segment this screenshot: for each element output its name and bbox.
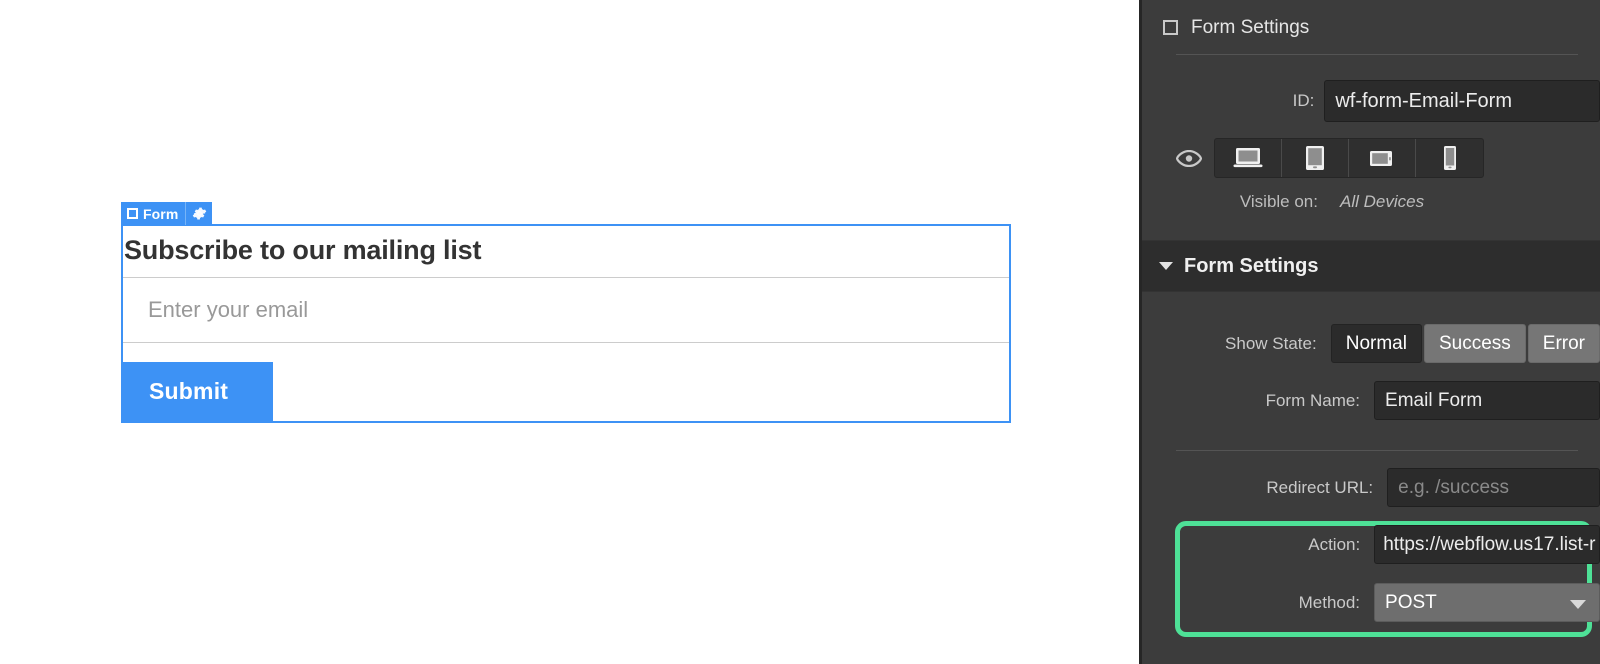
form-name-row: Form Name: Email Form <box>1142 381 1600 420</box>
device-button-tablet-landscape[interactable] <box>1349 139 1416 177</box>
method-row: Method: POST <box>1142 583 1600 622</box>
device-button-tablet[interactable] <box>1282 139 1349 177</box>
panel-title: Form Settings <box>1191 16 1310 38</box>
redirect-url-input[interactable]: e.g. /success <box>1387 468 1600 507</box>
divider <box>1176 54 1578 55</box>
form-heading: Subscribe to our mailing list <box>124 234 482 265</box>
method-label: Method: <box>1298 592 1361 612</box>
redirect-url-label: Redirect URL: <box>1266 477 1374 497</box>
square-outline-icon <box>1163 20 1178 35</box>
id-label: ID: <box>1292 91 1315 110</box>
eye-icon <box>1142 149 1214 167</box>
badge-main[interactable]: Form <box>121 202 185 225</box>
divider <box>1176 450 1578 451</box>
design-canvas[interactable]: Form Subscribe to our mailing list Enter… <box>0 0 1139 664</box>
state-button-success[interactable]: Success <box>1423 324 1526 363</box>
square-outline-icon <box>127 208 138 219</box>
badge-label: Form <box>143 205 179 222</box>
visible-on-value: All Devices <box>1340 192 1425 211</box>
select-caret-down-icon[interactable] <box>1570 599 1586 609</box>
section-title: Form Settings <box>1184 254 1319 277</box>
method-select[interactable]: POST <box>1374 583 1600 622</box>
method-value: POST <box>1385 591 1437 613</box>
state-button-error[interactable]: Error <box>1527 324 1600 363</box>
caret-down-icon[interactable] <box>1159 262 1173 270</box>
visibility-row <box>1142 138 1600 178</box>
form-name-input[interactable]: Email Form <box>1374 381 1600 420</box>
action-input[interactable]: https://webflow.us17.list-r <box>1374 525 1600 564</box>
state-button-normal[interactable]: Normal <box>1330 324 1422 363</box>
show-state-label: Show State: <box>1225 333 1317 353</box>
gear-icon[interactable] <box>185 202 212 225</box>
redirect-url-row: Redirect URL: e.g. /success <box>1142 468 1600 507</box>
panel-header: Form Settings <box>1142 0 1600 55</box>
device-visibility-group[interactable] <box>1214 138 1484 178</box>
form-block[interactable]: Subscribe to our mailing list Enter your… <box>121 224 1011 423</box>
visible-on-row: Visible on: All Devices <box>1142 189 1600 215</box>
settings-panel: Form Settings ID: wf-form-Email-Form Vis… <box>1139 0 1600 664</box>
device-button-desktop[interactable] <box>1215 139 1282 177</box>
submit-button[interactable]: Submit <box>123 362 273 421</box>
form-settings-section-header[interactable]: Form Settings <box>1142 240 1600 292</box>
screenshot-root: Form Subscribe to our mailing list Enter… <box>0 0 1600 664</box>
id-row: ID: wf-form-Email-Form <box>1142 80 1600 122</box>
form-selection-badge[interactable]: Form <box>121 202 213 225</box>
form-inner: Subscribe to our mailing list Enter your… <box>123 226 1009 421</box>
device-button-mobile[interactable] <box>1416 139 1483 177</box>
visible-on-label: Visible on: <box>1239 192 1318 211</box>
action-label: Action: <box>1308 534 1361 554</box>
show-state-row: Show State: Normal Success Error <box>1142 324 1600 363</box>
show-state-group[interactable]: Normal Success Error <box>1330 324 1600 363</box>
action-row: Action: https://webflow.us17.list-r <box>1142 525 1600 564</box>
form-name-label: Form Name: <box>1265 390 1361 410</box>
id-input[interactable]: wf-form-Email-Form <box>1324 80 1600 122</box>
email-input[interactable]: Enter your email <box>123 277 1009 343</box>
